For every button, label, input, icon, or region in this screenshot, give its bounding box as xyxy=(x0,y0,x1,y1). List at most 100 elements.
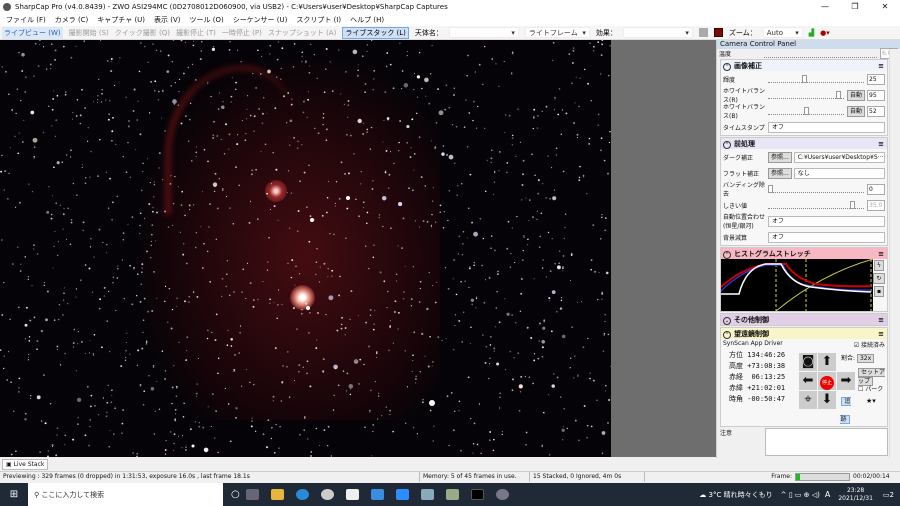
menu-icon[interactable]: ≡ xyxy=(878,140,884,148)
banding-slider[interactable] xyxy=(768,185,864,193)
target-select[interactable]: ▾ xyxy=(448,27,519,38)
dark-select[interactable]: C:¥Users¥user¥Desktop¥S··· xyxy=(793,151,885,163)
histogram-icon[interactable]: ▟ xyxy=(809,29,814,37)
auto-stretch-icon[interactable]: ϟ xyxy=(874,260,884,271)
threshold-input[interactable]: 35.0 xyxy=(867,199,885,211)
collapse-icon[interactable]: ⌃ xyxy=(723,250,731,259)
menu-file[interactable]: ファイル (F) xyxy=(6,15,46,25)
rate-select[interactable]: 32x xyxy=(856,354,875,363)
paint-icon[interactable] xyxy=(445,489,459,500)
wb-blue-input[interactable]: 52 xyxy=(867,105,885,117)
save-icon[interactable]: ▪ xyxy=(873,286,885,297)
brightness-input[interactable]: 25 xyxy=(867,73,885,85)
star xyxy=(164,210,167,213)
file-explorer-icon[interactable] xyxy=(270,489,284,500)
gray-color-button[interactable] xyxy=(698,28,708,37)
star xyxy=(157,90,160,93)
app-icon[interactable] xyxy=(420,489,434,500)
cortana-icon[interactable]: ○ xyxy=(231,489,240,500)
menu-scripting[interactable]: スクリプト (I) xyxy=(296,15,341,25)
star xyxy=(188,208,191,211)
wb-blue-slider[interactable] xyxy=(768,107,844,115)
arrow-right-button[interactable]: ➡ xyxy=(837,372,855,390)
effect-select[interactable]: ▾ xyxy=(622,27,693,38)
arrow-left-button[interactable]: ⬅ xyxy=(799,372,817,390)
menu-capture[interactable]: キャプチャ (U) xyxy=(97,15,145,25)
wb-red-input[interactable]: 95 xyxy=(867,89,885,101)
banding-input[interactable]: 0 xyxy=(867,183,885,195)
goto-icon[interactable]: ◙ xyxy=(799,353,817,371)
menu-icon[interactable]: ≡ xyxy=(878,250,884,258)
search-box[interactable]: ⚲ ここに入力して検索 xyxy=(28,483,223,506)
frame-type-select[interactable]: ライトフレーム ▾ xyxy=(524,27,590,38)
home-target-icon[interactable]: ⌖ xyxy=(799,391,817,409)
menu-icon[interactable]: ≡ xyxy=(878,330,884,338)
wb-red-auto-button[interactable]: 自動 xyxy=(846,89,865,101)
ime-indicator[interactable]: A xyxy=(825,490,830,499)
red-color-button[interactable] xyxy=(713,28,723,37)
flat-select[interactable]: なし xyxy=(793,167,885,179)
weather-widget[interactable]: ☁ 3°C 晴れ時々くもり xyxy=(699,490,772,500)
tab-live-stack[interactable]: ▣ Live Stack xyxy=(2,459,49,470)
menu-tools[interactable]: ツール (O) xyxy=(190,15,224,25)
reset-icon[interactable]: ↻ xyxy=(873,273,885,284)
collapse-icon[interactable]: ⌃ xyxy=(723,62,731,71)
menu-view[interactable]: 表示 (V) xyxy=(154,15,180,25)
menu-icon[interactable]: ≡ xyxy=(878,316,884,324)
timestamp-select[interactable]: オフ xyxy=(768,121,885,133)
live-image-view[interactable] xyxy=(0,40,611,457)
task-view-icon[interactable] xyxy=(245,489,259,500)
wb-blue-auto-button[interactable]: 自動 xyxy=(846,105,865,117)
app-icon[interactable] xyxy=(320,489,334,500)
quick-capture-button[interactable]: クイック撮影 (Q) xyxy=(115,28,170,38)
pause-button[interactable]: 一時停止 (P) xyxy=(222,28,262,38)
connected-checkbox[interactable]: ☑ 接続済み xyxy=(854,340,885,349)
menu-icon[interactable]: ≡ xyxy=(878,62,884,70)
menu-sequencer[interactable]: シーケンサー (U) xyxy=(233,15,288,25)
windows-start-icon[interactable]: ⊞ xyxy=(0,489,28,500)
arrow-down-button[interactable]: ⬇ xyxy=(818,391,836,409)
star-icon[interactable]: ★▾ xyxy=(866,397,876,405)
bg-subtract-select[interactable]: オフ xyxy=(768,231,885,243)
minimize-button[interactable]: — xyxy=(810,0,840,13)
clock[interactable]: 23:28 2021/12/31 xyxy=(838,487,873,503)
zoom-select[interactable]: Auto ▾ xyxy=(762,27,803,38)
histogram-graph[interactable] xyxy=(721,259,873,311)
stop-button[interactable]: 停止 xyxy=(820,376,834,390)
star xyxy=(586,424,589,427)
snapshot-button[interactable]: スナップショット (A) xyxy=(268,28,336,38)
zoom-app-icon[interactable] xyxy=(395,489,409,500)
wb-red-slider[interactable] xyxy=(768,91,844,99)
maximize-button[interactable]: ❐ xyxy=(840,0,870,13)
track-button[interactable]: 追跡 xyxy=(840,397,851,424)
brightness-slider[interactable] xyxy=(768,75,864,83)
stellarium-icon[interactable] xyxy=(470,489,484,500)
menu-help[interactable]: ヘルプ (H) xyxy=(350,15,384,25)
collapse-icon[interactable]: ⌃ xyxy=(723,140,731,149)
mail-icon[interactable] xyxy=(370,489,384,500)
threshold-slider[interactable] xyxy=(768,201,864,209)
zoom-tool-icon[interactable]: ●▾ xyxy=(820,29,830,37)
star xyxy=(107,290,110,293)
arrow-up-button[interactable]: ⬆ xyxy=(818,353,836,371)
start-capture-button[interactable]: 撮影開始 (S) xyxy=(69,28,109,38)
notification-icon[interactable]: ▭2 xyxy=(883,491,894,499)
expand-icon[interactable]: ⌄ xyxy=(723,316,731,325)
align-select[interactable]: オフ xyxy=(768,215,885,227)
collapse-icon[interactable]: ⌃ xyxy=(723,330,731,339)
close-button[interactable]: ✕ xyxy=(870,0,900,13)
dark-browse-button[interactable]: 参照... xyxy=(768,151,792,163)
stop-capture-button[interactable]: 撮影停止 (T) xyxy=(176,28,216,38)
panel-scrollbar[interactable] xyxy=(889,49,900,459)
flat-browse-button[interactable]: 参照... xyxy=(768,167,792,179)
park-checkbox[interactable]: ☐ パーク xyxy=(858,384,883,393)
edge-icon[interactable] xyxy=(295,489,309,500)
store-icon[interactable] xyxy=(345,489,359,500)
live-view-button[interactable]: ライブビュー (W) xyxy=(2,26,63,39)
notes-input[interactable] xyxy=(765,428,888,456)
sharpcap-icon[interactable] xyxy=(495,489,509,500)
menu-camera[interactable]: カメラ (C) xyxy=(55,15,89,25)
tray-icons[interactable]: ^ ▯ ▭ ⊕ ◁) xyxy=(781,491,820,499)
star xyxy=(358,382,360,385)
live-stack-button[interactable]: ライブスタック (L) xyxy=(342,26,409,39)
